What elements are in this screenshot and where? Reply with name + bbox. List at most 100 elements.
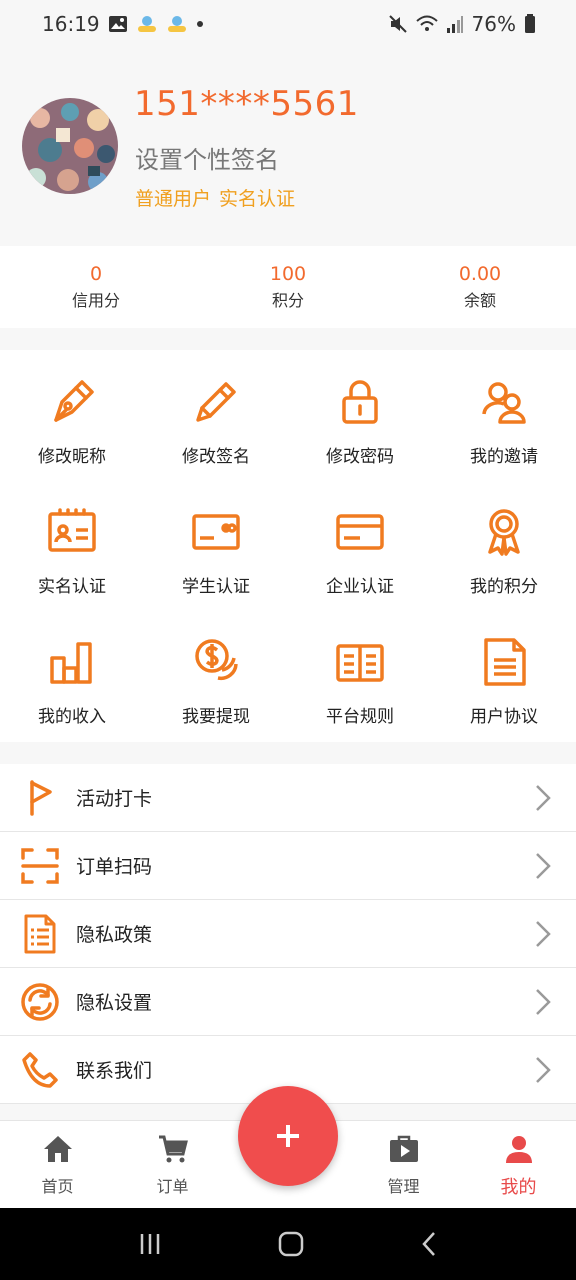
grid-item-label: 修改密码 (326, 447, 394, 467)
policy-doc-icon (24, 914, 56, 953)
stat-value: 100 (269, 263, 307, 285)
tab-label: 首页 (41, 1177, 74, 1196)
stat-label: 信用分 (71, 291, 120, 310)
pencil-icon (196, 382, 236, 422)
lock-icon (342, 380, 378, 424)
list-item-order-scan[interactable]: 订单扫码 (0, 832, 576, 900)
list-item-label: 隐私设置 (76, 992, 153, 1014)
recent-apps-icon[interactable] (137, 1231, 163, 1257)
person-icon (505, 1136, 532, 1163)
weather-icon (167, 16, 186, 32)
stat-value: 0.00 (458, 263, 502, 285)
grid-item-label: 修改签名 (182, 447, 250, 467)
grid-item-label: 我的积分 (470, 577, 538, 597)
gallery-icon (108, 16, 127, 32)
stats-bar: 0 信用分 100 积分 0.00 余额 (0, 246, 576, 328)
chevron-right-icon (536, 921, 551, 947)
grid-item-company-verify[interactable]: 企业认证 (288, 482, 432, 612)
grid-item-platform-rules[interactable]: 平台规则 (288, 612, 432, 742)
user-badges: 普通用户 实名认证 (135, 184, 295, 211)
coins-icon (195, 639, 238, 681)
refresh-icon (21, 982, 59, 1021)
bar-chart-icon (50, 642, 92, 684)
avatar-image (22, 98, 118, 194)
flag-icon (30, 779, 52, 816)
briefcase-play-icon (389, 1135, 418, 1162)
stat-points[interactable]: 100 积分 (192, 246, 384, 328)
profile-header: 151****5561 设置个性签名 普通用户 实名认证 (0, 48, 576, 246)
chevron-right-icon (536, 853, 551, 879)
stat-credit[interactable]: 0 信用分 (0, 246, 192, 328)
list-item-label: 隐私政策 (76, 924, 153, 946)
pen-nib-icon (54, 380, 94, 422)
settings-list: 活动打卡 订单扫码 隐私政策 隐私设置 联系我们 (0, 764, 576, 1104)
tab-label: 管理 (387, 1177, 420, 1196)
mute-icon (388, 15, 407, 33)
list-item-privacy-policy[interactable]: 隐私政策 (0, 900, 576, 968)
list-item-checkin[interactable]: 活动打卡 (0, 764, 576, 832)
user-phone: 151****5561 (134, 84, 359, 124)
grid-item-withdraw[interactable]: 我要提现 (144, 612, 288, 742)
home-nav-icon[interactable] (277, 1230, 305, 1258)
grid-item-label: 实名认证 (38, 577, 106, 597)
grid-item-my-income[interactable]: 我的收入 (0, 612, 144, 742)
grid-item-edit-signature[interactable]: 修改签名 (144, 352, 288, 482)
cart-icon (158, 1135, 188, 1163)
grid-item-my-invites[interactable]: 我的邀请 (432, 352, 576, 482)
home-icon (43, 1136, 72, 1162)
weather-icon (137, 16, 156, 32)
chevron-right-icon (536, 1057, 551, 1083)
grid-item-label: 学生认证 (182, 577, 250, 597)
tab-mine[interactable]: 我的 (461, 1121, 576, 1208)
chevron-right-icon (536, 785, 551, 811)
status-time: 16:19 (42, 12, 100, 36)
stat-label: 余额 (463, 291, 496, 310)
grid-item-label: 平台规则 (326, 707, 394, 727)
system-nav-bar (0, 1208, 576, 1280)
list-item-label: 联系我们 (76, 1060, 153, 1082)
tab-label: 我的 (500, 1177, 537, 1198)
grid-item-label: 企业认证 (326, 577, 394, 597)
wifi-icon (415, 15, 438, 31)
grid-item-label: 我要提现 (182, 707, 250, 727)
id-card-icon (48, 508, 96, 552)
grid-item-edit-password[interactable]: 修改密码 (288, 352, 432, 482)
list-item-label: 活动打卡 (76, 788, 153, 810)
grid-item-edit-nickname[interactable]: 修改昵称 (0, 352, 144, 482)
grid-item-realname-verify[interactable]: 实名认证 (0, 482, 144, 612)
stat-label: 积分 (271, 291, 304, 310)
document-icon (484, 638, 526, 686)
tab-home[interactable]: 首页 (0, 1121, 115, 1208)
signal-icon (446, 16, 463, 33)
student-card-icon (192, 514, 240, 550)
avatar[interactable] (22, 98, 118, 194)
phone-icon (22, 1051, 58, 1088)
tab-orders[interactable]: 订单 (115, 1121, 230, 1208)
scan-icon (21, 847, 59, 884)
medal-icon (488, 509, 520, 556)
battery-percent: 76% (471, 12, 516, 36)
grid-item-my-points[interactable]: 我的积分 (432, 482, 576, 612)
user-type-badge: 普通用户 (135, 188, 212, 210)
book-icon (336, 644, 384, 682)
stat-balance[interactable]: 0.00 余额 (384, 246, 576, 328)
list-item-label: 订单扫码 (76, 856, 153, 878)
dot-icon (196, 21, 203, 27)
credit-card-icon (336, 514, 384, 550)
stat-value: 0 (89, 263, 103, 285)
grid-item-label: 用户协议 (470, 707, 538, 727)
battery-icon (525, 14, 535, 33)
status-bar: 16:19 76% (0, 0, 576, 48)
users-icon (482, 382, 526, 424)
tab-manage[interactable]: 管理 (346, 1121, 461, 1208)
function-grid: 修改昵称 修改签名 修改密码 我的邀请 实名认证 学生认证 企业认证 我的积分 … (0, 350, 576, 742)
add-fab-button[interactable] (238, 1086, 338, 1186)
tab-label: 订单 (156, 1177, 189, 1196)
list-item-privacy-settings[interactable]: 隐私设置 (0, 968, 576, 1036)
grid-item-student-verify[interactable]: 学生认证 (144, 482, 288, 612)
verify-badge[interactable]: 实名认证 (219, 184, 295, 211)
grid-item-label: 修改昵称 (38, 447, 106, 467)
grid-item-user-agreement[interactable]: 用户协议 (432, 612, 576, 742)
signature-link[interactable]: 设置个性签名 (135, 140, 279, 175)
back-icon[interactable] (419, 1230, 439, 1258)
